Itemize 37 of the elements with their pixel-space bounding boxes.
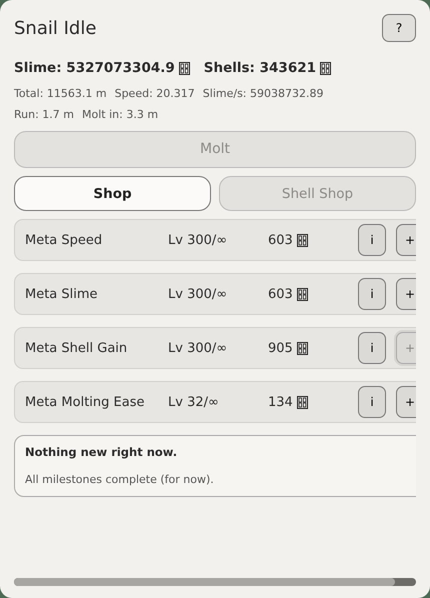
item-name: Meta Slime: [25, 286, 99, 304]
missing-glyph-icon: [320, 62, 332, 75]
info-button[interactable]: i: [358, 278, 386, 310]
buy-button[interactable]: +: [396, 224, 416, 256]
info-button[interactable]: i: [358, 386, 386, 418]
missing-glyph-icon: [296, 396, 308, 409]
item-level: Lv 300/∞: [168, 232, 228, 250]
item-cost: 603: [268, 286, 293, 304]
item-level: Lv 32/∞: [168, 394, 220, 412]
item-level: Lv 300/∞: [168, 286, 228, 304]
info-button[interactable]: i: [358, 224, 386, 256]
shop-tab[interactable]: Shop: [14, 176, 211, 212]
currency-label: Shells: 343621: [204, 59, 316, 78]
missing-glyph-icon: [296, 342, 308, 355]
missing-glyph-icon: [178, 62, 190, 75]
stat-text: Molt in: 3.3 m: [82, 106, 158, 123]
app-title: Snail Idle: [14, 18, 96, 40]
notice-heading: Nothing new right now.: [25, 444, 178, 462]
buy-button[interactable]: +: [396, 278, 416, 310]
missing-glyph-icon: [296, 288, 308, 301]
stat-text: Speed: 20.317: [114, 86, 195, 102]
item-cost: 603: [268, 232, 293, 250]
info-button[interactable]: i: [358, 332, 386, 364]
item-cost: 134: [268, 394, 293, 412]
missing-glyph-icon: [296, 234, 308, 247]
currency-label: Slime: 5327073304.9: [14, 59, 175, 78]
help-button[interactable]: ?: [382, 14, 416, 42]
item-level: Lv 300/∞: [168, 340, 228, 358]
item-name: Meta Shell Gain: [25, 340, 128, 358]
stat-text: Total: 11563.1 m: [14, 86, 107, 102]
item-name: Meta Speed: [25, 232, 104, 250]
stat-text: Run: 1.7 m: [14, 106, 74, 123]
buy-button[interactable]: +: [396, 386, 416, 418]
item-name: Meta Molting Ease: [25, 394, 146, 412]
stat-text: Slime/s: 59038732.89: [202, 86, 324, 102]
item-cost: 905: [268, 340, 293, 358]
notice-text: All milestones complete (for now).: [25, 472, 215, 488]
